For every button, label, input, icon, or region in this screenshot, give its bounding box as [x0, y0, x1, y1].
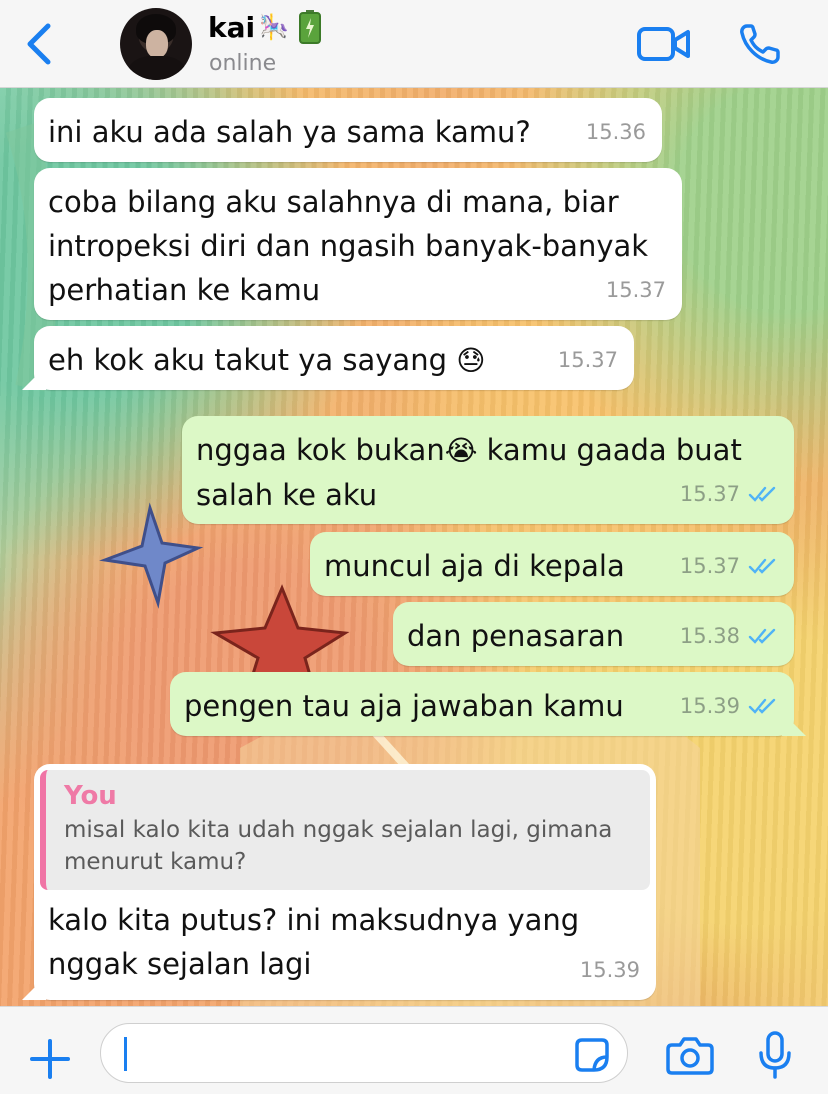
- message-input[interactable]: [100, 1023, 628, 1083]
- message-bubble-incoming[interactable]: eh kok aku takut ya sayang 😓 15.37: [22, 326, 634, 390]
- message-time: 15.39: [679, 694, 740, 718]
- quote-text: misal kalo kita udah nggak sejalan lagi,…: [64, 817, 613, 875]
- message-text-body: nggaa kok bukan: [196, 433, 445, 467]
- message-time: 15.37: [557, 348, 618, 372]
- attach-button[interactable]: [28, 1037, 72, 1081]
- message-meta: 15.39: [680, 684, 778, 728]
- message-meta: 15.37: [606, 268, 666, 312]
- message-meta: 15.37: [558, 338, 618, 382]
- video-camera-icon: [637, 27, 690, 61]
- message-meta: 15.39: [580, 948, 640, 992]
- message-time: 15.37: [679, 482, 740, 506]
- message-meta: 15.36: [586, 110, 646, 154]
- camera-button[interactable]: [666, 1035, 714, 1075]
- message-time: 15.38: [679, 624, 740, 648]
- double-check-icon: [748, 698, 776, 714]
- message-text: ini aku ada salah ya sama kamu?: [48, 115, 531, 149]
- contact-avatar[interactable]: [120, 8, 192, 80]
- battery-icon: [299, 10, 322, 44]
- message-bubble-outgoing[interactable]: muncul aja di kepala 15.37: [310, 532, 794, 596]
- voice-call-button[interactable]: [738, 22, 782, 66]
- video-call-button[interactable]: [636, 26, 692, 62]
- message-time: 15.36: [585, 120, 646, 144]
- message-bubble-incoming[interactable]: ini aku ada salah ya sama kamu? 15.36: [34, 98, 662, 162]
- contact-name-text: kai: [208, 10, 256, 44]
- phone-icon: [740, 24, 780, 64]
- message-text: eh kok aku takut ya sayang 😓: [48, 338, 620, 383]
- contact-name[interactable]: kai 🎠: [208, 10, 322, 44]
- message-time: 15.37: [605, 278, 666, 302]
- message-text: kalo kita putus? ini maksudnya yang ngga…: [48, 903, 589, 981]
- quoted-message[interactable]: You misal kalo kita udah nggak sejalan l…: [40, 770, 650, 890]
- sweat-emoji: 😓: [456, 344, 486, 377]
- message-bubble-incoming[interactable]: You misal kalo kita udah nggak sejalan l…: [22, 764, 656, 1000]
- message-text-body: eh kok aku takut ya sayang: [48, 343, 447, 377]
- microphone-icon: [759, 1031, 791, 1079]
- message-bubble-outgoing[interactable]: nggaa kok bukan😭 kamu gaada buat salah k…: [182, 416, 794, 524]
- chat-header: kai 🎠 online: [0, 0, 828, 88]
- double-check-icon: [748, 558, 776, 574]
- message-time: 15.39: [579, 958, 640, 982]
- camera-icon: [666, 1037, 714, 1075]
- double-check-icon: [748, 628, 776, 644]
- message-meta: 15.37: [680, 544, 778, 588]
- quote-author: You: [64, 781, 117, 811]
- carousel-emoji: 🎠: [259, 13, 290, 41]
- message-meta: 15.38: [680, 614, 778, 658]
- message-time: 15.37: [679, 554, 740, 578]
- sticker-button[interactable]: [574, 1037, 610, 1073]
- message-bubble-incoming[interactable]: coba bilang aku salahnya di mana, biar i…: [34, 168, 682, 320]
- message-bubble-outgoing[interactable]: pengen tau aja jawaban kamu 15.39: [170, 672, 806, 736]
- crying-emoji: 😭: [444, 434, 478, 467]
- message-text: coba bilang aku salahnya di mana, biar i…: [48, 185, 658, 307]
- sticker-icon: [575, 1038, 609, 1072]
- back-button[interactable]: [20, 20, 60, 68]
- chat-background: ini aku ada salah ya sama kamu? 15.36 co…: [0, 88, 828, 1006]
- chevron-left-icon: [27, 23, 51, 65]
- message-bubble-outgoing[interactable]: dan penasaran 15.38: [393, 602, 794, 666]
- microphone-button[interactable]: [758, 1031, 792, 1079]
- plus-icon: [30, 1039, 70, 1079]
- double-check-icon: [748, 486, 776, 502]
- message-meta: 15.37: [680, 472, 778, 516]
- composer-bar: [0, 1006, 828, 1094]
- text-cursor: [124, 1037, 127, 1071]
- contact-status: online: [209, 51, 277, 76]
